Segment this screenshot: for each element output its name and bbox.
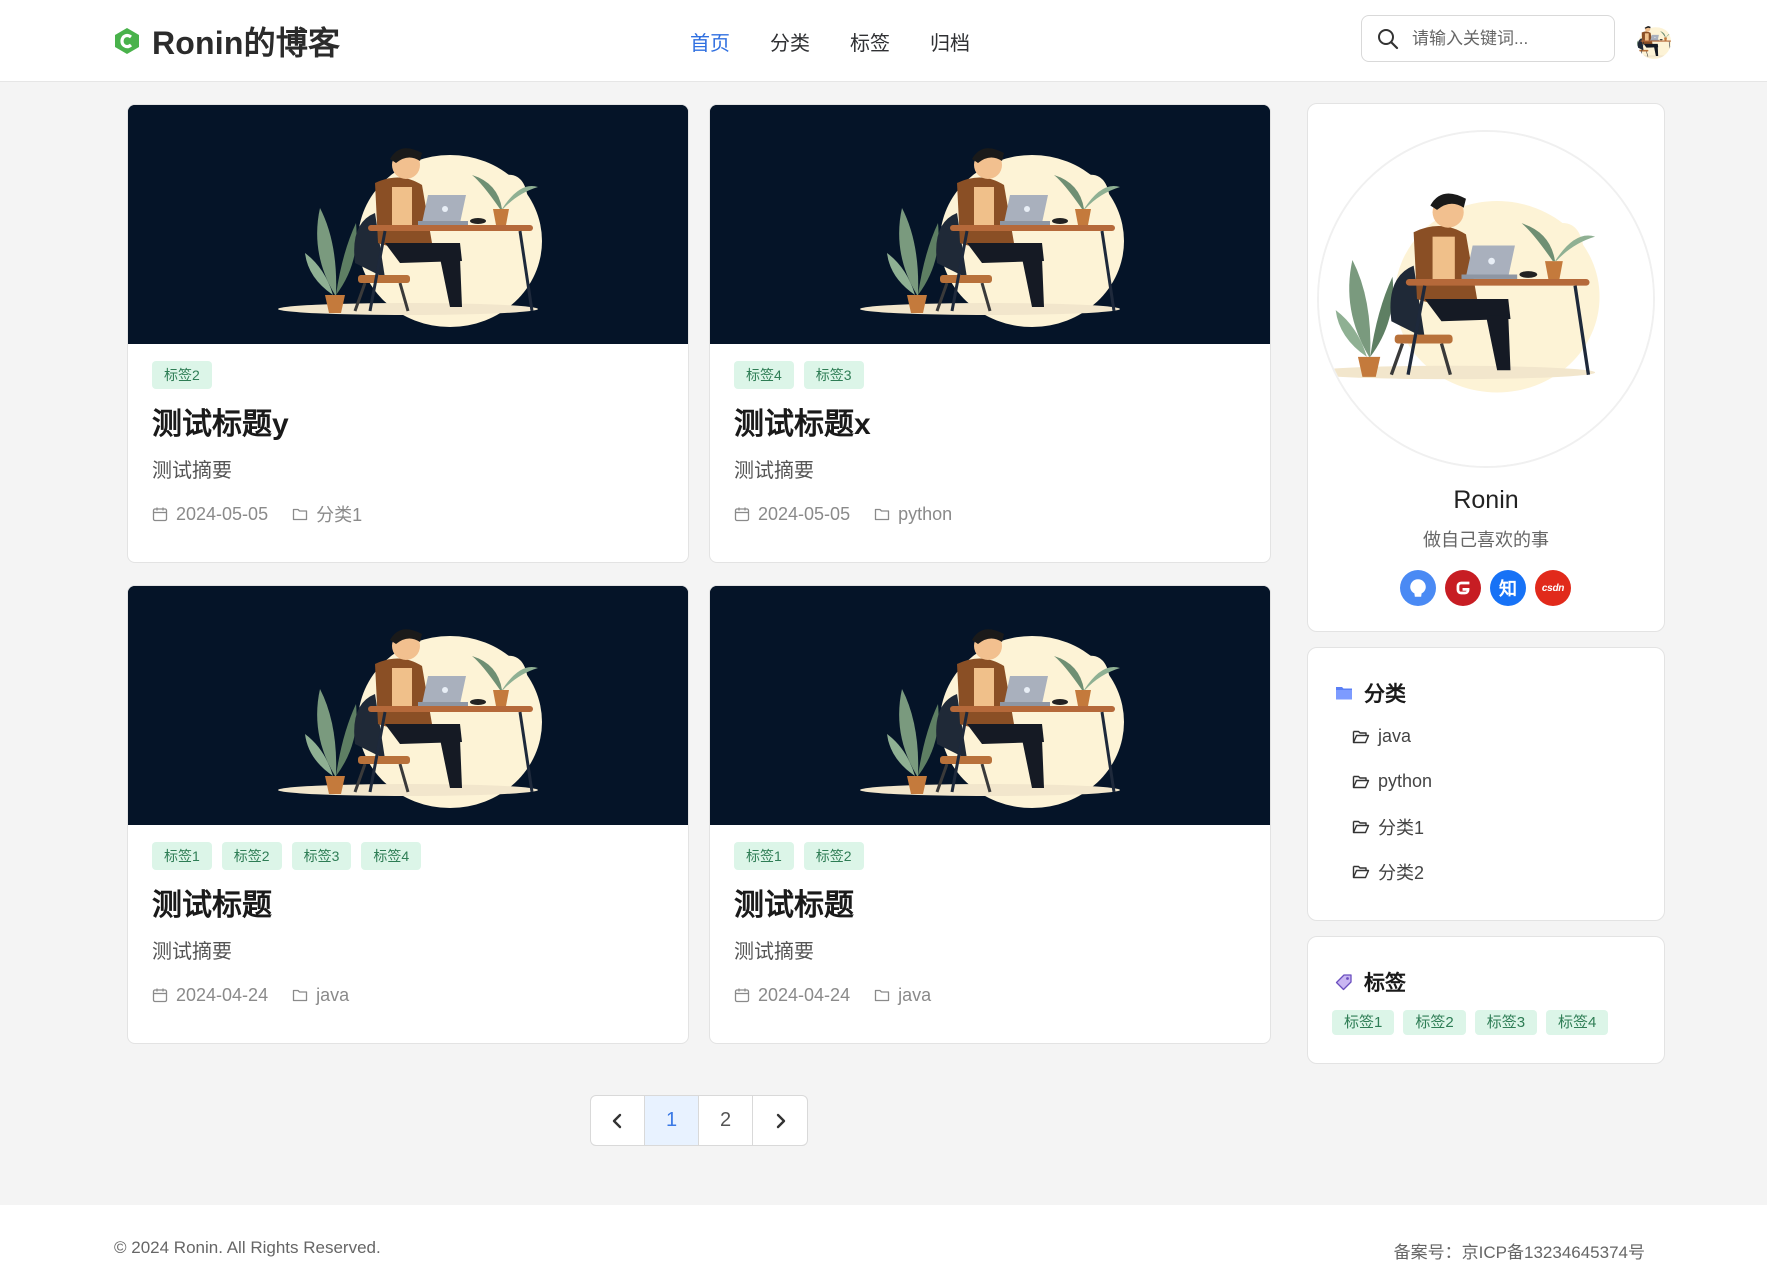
tag-item[interactable]: 标签2 <box>1403 1010 1466 1035</box>
post-category[interactable]: java <box>316 985 349 1006</box>
post-title[interactable]: 测试标题 <box>152 886 664 926</box>
tag-icon <box>1335 974 1352 991</box>
post-tag[interactable]: 标签4 <box>361 842 422 870</box>
nav-archive[interactable]: 归档 <box>930 27 970 56</box>
site-title: Ronin的博客 <box>152 25 341 61</box>
profile-card: Ronin 做自己喜欢的事 知 csdn <box>1307 103 1665 632</box>
post-cover-image[interactable] <box>128 105 688 344</box>
post-date: 2024-05-05 <box>176 503 269 524</box>
post-card[interactable]: 标签1 标签2 标签3 标签4 测试标题 测试摘要 2024-04-24 jav… <box>127 585 689 1044</box>
page-button-1[interactable]: 1 <box>645 1096 699 1145</box>
folder-open-icon <box>1352 730 1370 743</box>
github-icon[interactable] <box>1400 570 1436 606</box>
categories-title: 分类 <box>1364 683 1406 706</box>
logo-icon <box>115 28 139 54</box>
categories-panel: 分类 java python 分类1 分类2 <box>1307 647 1665 921</box>
post-category[interactable]: python <box>898 504 952 525</box>
post-date: 2024-05-05 <box>758 503 851 524</box>
post-title[interactable]: 测试标题 <box>734 886 1246 926</box>
post-card[interactable]: 标签4 标签3 测试标题x 测试摘要 2024-05-05 python <box>709 104 1271 563</box>
post-cover-image[interactable] <box>710 586 1270 825</box>
tags-panel: 标签 标签1 标签2 标签3 标签4 <box>1307 936 1665 1064</box>
post-tag[interactable]: 标签4 <box>734 361 794 389</box>
category-label: java <box>1378 726 1412 746</box>
zhihu-icon[interactable]: 知 <box>1490 570 1526 606</box>
post-date: 2024-04-24 <box>176 984 269 1005</box>
calendar-icon <box>152 507 168 522</box>
category-label: 分类1 <box>1378 817 1425 838</box>
search-box <box>1361 15 1615 62</box>
category-label: python <box>1378 771 1433 791</box>
category-item-python[interactable]: python <box>1352 759 1432 804</box>
post-category[interactable]: 分类1 <box>316 501 362 527</box>
category-item-2[interactable]: 分类2 <box>1352 849 1432 894</box>
top-header: Ronin的博客 首页 分类 标签 归档 <box>0 0 1767 82</box>
profile-name: Ronin <box>1453 486 1519 514</box>
nav-home[interactable]: 首页 <box>690 27 730 56</box>
prev-page-button[interactable] <box>591 1096 645 1145</box>
csdn-icon[interactable]: csdn <box>1535 570 1571 606</box>
user-avatar[interactable] <box>1637 25 1671 59</box>
tag-item[interactable]: 标签1 <box>1332 1010 1395 1035</box>
chevron-right-icon <box>776 1113 786 1128</box>
post-date: 2024-04-24 <box>758 984 851 1005</box>
category-label: 分类2 <box>1378 862 1425 883</box>
post-tag[interactable]: 标签3 <box>803 361 864 389</box>
next-page-button[interactable] <box>753 1096 807 1145</box>
chevron-left-icon <box>612 1113 621 1128</box>
post-title[interactable]: 测试标题x <box>734 405 1246 445</box>
profile-motto: 做自己喜欢的事 <box>1423 530 1549 550</box>
folder-open-icon <box>1352 820 1370 833</box>
icp-record[interactable]: 备案号：京ICP备13234645374号 <box>1394 1238 1645 1263</box>
folder-icon <box>292 989 308 1002</box>
search-icon[interactable] <box>1376 27 1400 51</box>
post-tag[interactable]: 标签1 <box>152 842 212 870</box>
post-tag[interactable]: 标签2 <box>152 361 212 389</box>
page-footer: © 2024 Ronin. All Rights Reserved. 备案号：京… <box>0 1205 1767 1274</box>
tag-item[interactable]: 标签4 <box>1546 1010 1609 1035</box>
post-title[interactable]: 测试标题y <box>152 405 664 445</box>
post-summary: 测试摘要 <box>734 460 814 482</box>
profile-avatar <box>1317 130 1655 468</box>
gitee-icon[interactable] <box>1445 570 1481 606</box>
category-item-java[interactable]: java <box>1352 714 1432 759</box>
tag-item[interactable]: 标签3 <box>1474 1010 1538 1035</box>
page-button-2[interactable]: 2 <box>699 1096 753 1145</box>
post-cover-image[interactable] <box>128 586 688 825</box>
folder-icon <box>874 508 890 521</box>
post-category[interactable]: java <box>898 985 931 1006</box>
social-links: 知 csdn <box>1400 570 1580 606</box>
post-card[interactable]: 标签2 测试标题y 测试摘要 2024-05-05 分类1 <box>127 104 689 563</box>
post-card[interactable]: 标签1 标签2 测试标题 测试摘要 2024-04-24 java <box>709 585 1271 1044</box>
post-summary: 测试摘要 <box>734 941 814 963</box>
calendar-icon <box>152 988 168 1003</box>
post-tag[interactable]: 标签1 <box>734 842 794 870</box>
calendar-icon <box>734 507 750 522</box>
site-logo[interactable]: Ronin的博客 <box>114 20 340 62</box>
copyright-text: © 2024 Ronin. All Rights Reserved. <box>114 1238 381 1257</box>
folder-icon <box>292 508 308 521</box>
calendar-icon <box>734 988 750 1003</box>
category-item-1[interactable]: 分类1 <box>1352 804 1432 849</box>
nav-tags[interactable]: 标签 <box>850 27 890 56</box>
folder-filled-icon <box>1336 687 1352 700</box>
post-summary: 测试摘要 <box>152 460 232 482</box>
tags-title: 标签 <box>1364 972 1406 995</box>
post-tag[interactable]: 标签3 <box>291 842 352 870</box>
post-tag[interactable]: 标签2 <box>221 842 282 870</box>
folder-icon <box>874 989 890 1002</box>
folder-open-icon <box>1352 865 1370 878</box>
main-nav: 首页 分类 标签 归档 <box>690 0 1010 82</box>
post-summary: 测试摘要 <box>152 941 232 963</box>
search-input[interactable] <box>1412 28 1602 49</box>
post-cover-image[interactable] <box>710 105 1270 344</box>
post-tag[interactable]: 标签2 <box>803 842 864 870</box>
nav-categories[interactable]: 分类 <box>770 27 810 56</box>
pagination: 1 2 <box>590 1095 808 1146</box>
folder-open-icon <box>1352 775 1370 788</box>
